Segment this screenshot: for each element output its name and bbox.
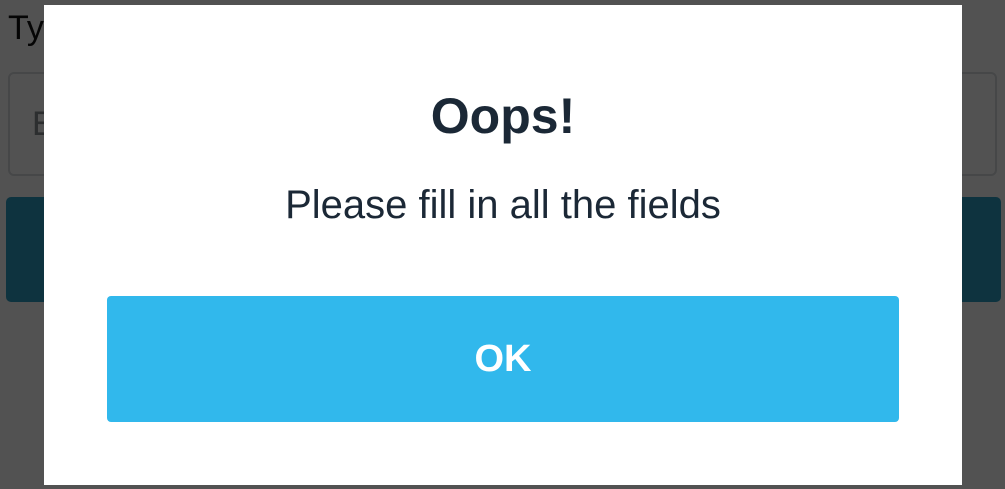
dialog-title: Oops!: [430, 88, 576, 144]
dialog-message: Please fill in all the fields: [285, 183, 721, 227]
alert-dialog: Oops! Please fill in all the fields OK: [44, 5, 962, 485]
ok-button[interactable]: OK: [107, 296, 899, 422]
